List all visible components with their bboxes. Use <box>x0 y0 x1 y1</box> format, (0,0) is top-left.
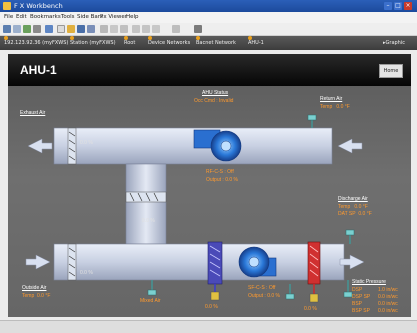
static-pressure-value: 0.0 in/wc <box>378 301 398 307</box>
cooling-valve-value: 0.0 % <box>205 304 218 310</box>
static-pressure-row: DSP <box>352 287 363 293</box>
return-air-label: Return Air <box>320 96 343 102</box>
heating-valve-icon <box>309 284 319 303</box>
refresh-icon[interactable] <box>33 25 41 33</box>
new-icon[interactable] <box>57 25 65 33</box>
app-icon <box>3 2 11 10</box>
supply-duct <box>53 243 345 281</box>
exhaust-damper-value: 0.0 % <box>80 140 93 146</box>
save-all-icon[interactable] <box>87 25 95 33</box>
static-pressure-row: BSP <box>352 301 363 307</box>
undo-icon[interactable] <box>132 25 140 33</box>
discharge-air-setpoint: DAT SP 0.0 °F <box>338 211 372 217</box>
open-icon[interactable] <box>67 25 75 33</box>
static-pressure-row: DSP SP <box>352 294 371 300</box>
cut-icon[interactable] <box>100 25 108 33</box>
discharge-air-temp: Temp 0.0 °F <box>338 204 368 210</box>
filter-sensor-icon <box>285 284 295 300</box>
mixed-air-damper-icon <box>125 191 167 203</box>
return-fan-status: RF-C-S : Off <box>206 169 234 175</box>
graphic-header: AHU-1 Home <box>8 54 411 86</box>
cooling-valve-icon <box>210 284 220 301</box>
delete-icon[interactable] <box>152 25 160 33</box>
home-button[interactable]: Home <box>379 64 403 78</box>
exhaust-damper-icon <box>67 127 77 165</box>
mixed-temp-sensor-icon <box>147 280 157 296</box>
redo-icon[interactable] <box>142 25 150 33</box>
mixing-chamber <box>125 163 167 245</box>
graphic-view: AHU-1 Home AHU Status Occ Cmd: Invalid … <box>8 54 411 317</box>
page-title: AHU-1 <box>20 63 57 77</box>
menu-bookmarks[interactable]: Bookmarks <box>30 12 61 23</box>
menu-help[interactable]: Help <box>126 12 139 23</box>
pressure-sensor-icon <box>343 280 353 298</box>
paste-icon[interactable] <box>120 25 128 33</box>
return-temp-sensor-icon <box>307 114 317 128</box>
menu-px-viewer[interactable]: Px Viewer <box>100 12 127 23</box>
static-pressure-value: 1.0 in/wc <box>378 287 398 293</box>
minimize-icon[interactable]: – <box>384 2 392 10</box>
close-icon[interactable]: × <box>404 2 412 10</box>
static-pressure-value: 0.0 in/wc <box>378 294 398 300</box>
outside-arrow-icon <box>25 254 51 270</box>
static-pressure-label: Static Pressure <box>352 279 386 285</box>
copy-icon[interactable] <box>110 25 118 33</box>
locator-bar: 192.123.92.36 (myFXWS) Station (myFXWS) … <box>0 36 417 50</box>
toolbar <box>0 23 417 36</box>
save-icon[interactable] <box>77 25 85 33</box>
up-icon[interactable] <box>23 25 31 33</box>
discharge-air-label: Discharge Air <box>338 196 368 202</box>
window-titlebar: F X Workbench – □ × <box>0 0 417 12</box>
exhaust-arrow-icon <box>27 138 53 154</box>
outside-air-damper-icon <box>67 243 77 281</box>
menu-edit[interactable]: Edit <box>16 12 27 23</box>
home-icon[interactable] <box>45 25 53 33</box>
return-fan-output: Output : 0.0 % <box>206 177 238 183</box>
static-pressure-value: 0.0 in/wc <box>378 308 398 314</box>
heating-coil-icon <box>307 241 321 285</box>
window-title: F X Workbench <box>14 2 63 10</box>
maximize-icon[interactable]: □ <box>394 2 402 10</box>
forward-icon[interactable] <box>13 25 21 33</box>
static-pressure-row: BSP SP <box>352 308 370 314</box>
supply-fan-output: Output : 0.0 % <box>248 293 280 299</box>
outside-air-label: Outside Air <box>22 285 47 291</box>
return-air-temp: Temp 0.0 °F <box>320 104 350 110</box>
return-arrow-icon <box>337 138 363 154</box>
find-icon[interactable] <box>172 25 180 33</box>
view-selector[interactable]: ▸ Graphic <box>383 36 405 50</box>
return-duct <box>53 127 333 165</box>
menu-file[interactable]: File <box>4 12 13 23</box>
outside-air-temp: Temp 0.0 °F <box>22 293 51 299</box>
outside-damper-value: 0.0 % <box>80 270 93 276</box>
cooling-coil-icon <box>207 241 223 285</box>
console-icon[interactable] <box>194 25 202 33</box>
ahu-status-value: Occ Cmd : Invalid <box>194 98 234 104</box>
discharge-temp-sensor-icon <box>345 229 355 244</box>
workbench-window: F X Workbench – □ × File Edit Bookmarks … <box>0 0 417 333</box>
status-bar <box>0 320 417 333</box>
mixed-damper-value: 0.0 % <box>142 218 155 224</box>
supply-fan-status: SF-C-S : Off <box>248 285 276 291</box>
menu-tools[interactable]: Tools <box>61 12 75 23</box>
heating-valve-value: 0.0 % <box>304 306 317 312</box>
mixed-air-label: Mixed Air <box>140 298 161 304</box>
ahu-diagram: AHU Status Occ Cmd : Invalid Exhaust Air… <box>8 86 411 317</box>
exhaust-air-label: Exhaust Air <box>20 110 46 116</box>
back-icon[interactable] <box>3 25 11 33</box>
ahu-status-label: AHU Status <box>202 90 229 96</box>
